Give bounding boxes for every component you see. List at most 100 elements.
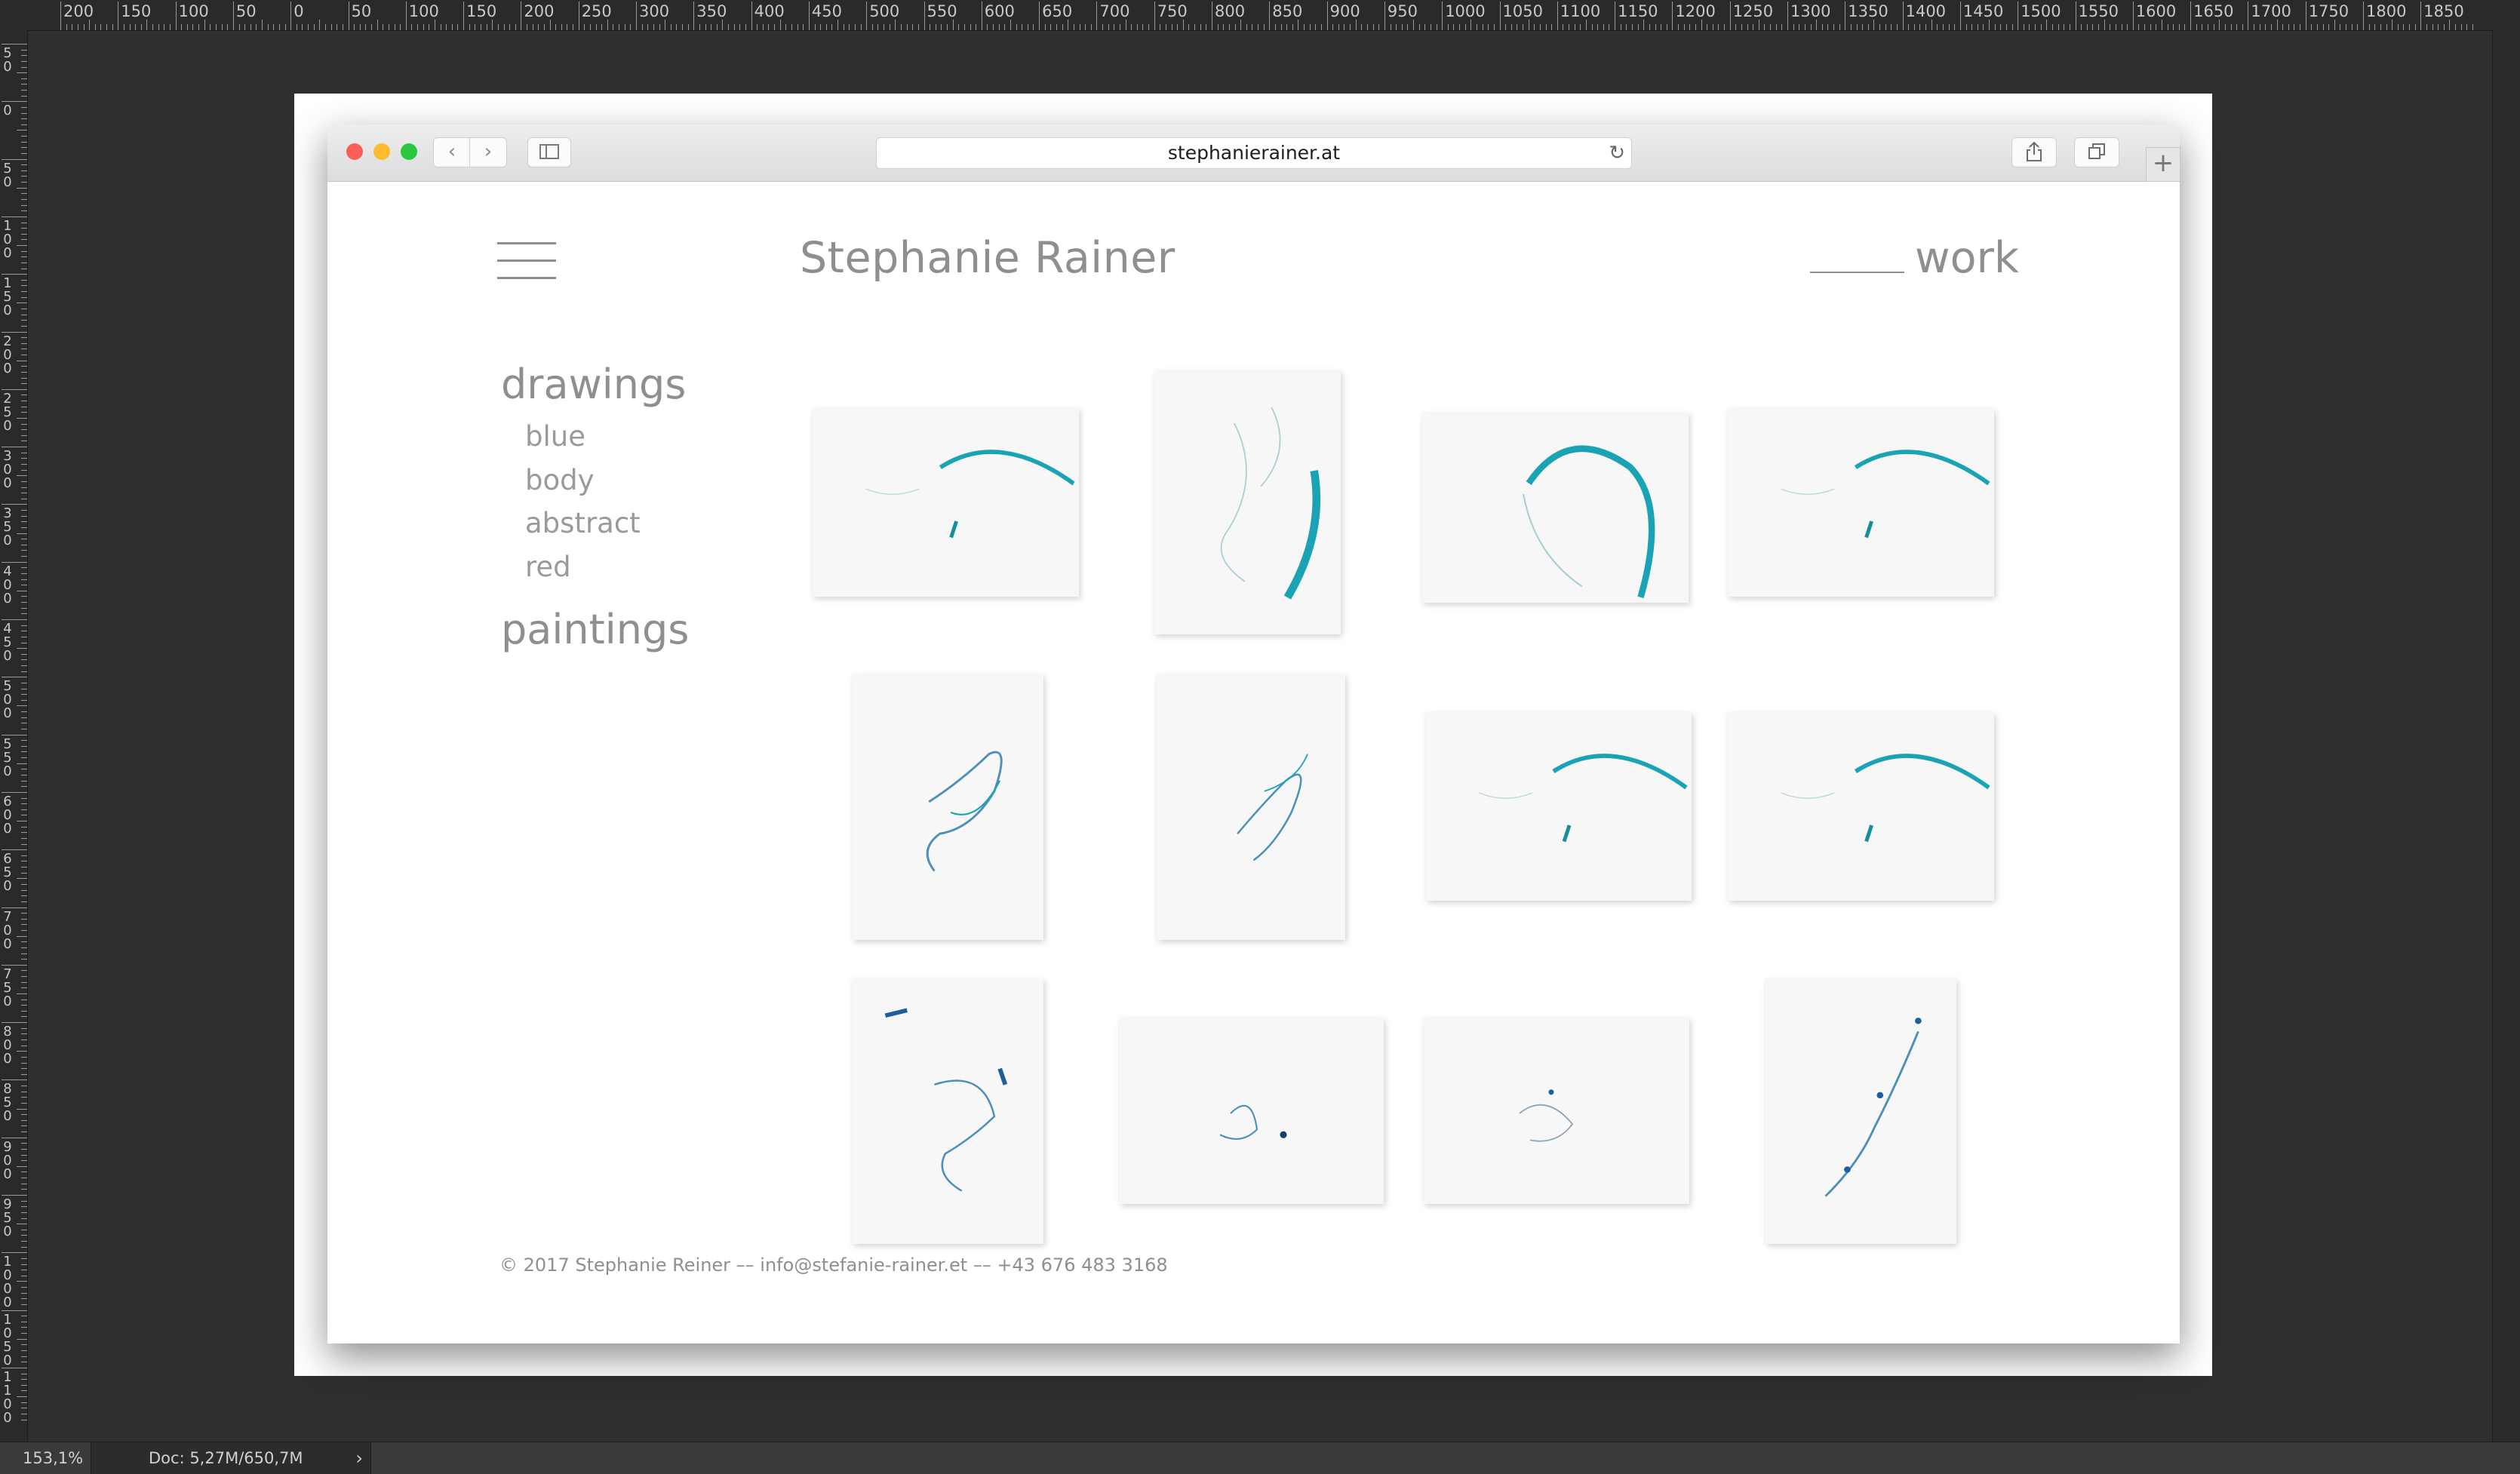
zoom-level[interactable]: 153,1% <box>23 1449 83 1467</box>
ruler-minor-tick <box>21 136 27 137</box>
ruler-minor-tick <box>21 66 27 68</box>
ruler-label: 900 <box>1329 2 1360 20</box>
ruler-minor-tick <box>1338 24 1339 30</box>
ruler-minor-tick <box>17 417 27 419</box>
nav-drawings[interactable]: drawings <box>501 361 686 408</box>
ruler-minor-tick <box>21 970 27 972</box>
work-link[interactable]: work <box>1810 233 2019 283</box>
ruler-minor-tick <box>1223 24 1225 30</box>
ruler-minor-tick <box>768 24 770 30</box>
ruler-label: 600 <box>3 793 12 837</box>
artwork-thumbnail[interactable] <box>1728 712 1994 901</box>
hamburger-menu-icon[interactable] <box>497 242 556 280</box>
ruler-minor-tick <box>21 1125 27 1127</box>
artwork-thumbnail[interactable] <box>1157 674 1345 940</box>
ruler-minor-tick <box>1931 20 1932 30</box>
ruler-minor-tick <box>543 24 545 30</box>
ruler-minor-tick <box>2196 24 2197 30</box>
artwork-thumbnail[interactable] <box>853 978 1043 1244</box>
chevron-right-icon: › <box>484 140 493 163</box>
ruler-minor-tick <box>2081 24 2082 30</box>
ruler-major-tick <box>1672 2 1673 30</box>
ruler-label: 1800 <box>2366 2 2407 20</box>
ruler-minor-tick <box>21 745 27 747</box>
share-button[interactable] <box>2011 137 2057 167</box>
ruler-minor-tick <box>17 1165 27 1167</box>
artwork-thumbnail[interactable] <box>1728 408 1994 597</box>
back-button[interactable]: ‹ <box>433 137 471 167</box>
ruler-minor-tick <box>601 24 603 30</box>
vertical-scrollbar[interactable] <box>2492 30 2520 1442</box>
nav-sub-red[interactable]: red <box>525 551 571 583</box>
ruler-minor-tick <box>1401 24 1403 30</box>
ruler-minor-tick <box>21 291 27 293</box>
minimize-window-button[interactable] <box>373 143 390 160</box>
ruler-label: 850 <box>3 1081 12 1125</box>
ruler-minor-tick <box>1827 24 1829 30</box>
artwork-thumbnail[interactable] <box>813 408 1079 597</box>
ruler-minor-tick <box>21 889 27 891</box>
ruler-minor-tick <box>1948 24 1950 30</box>
ruler-label: 250 <box>3 390 12 434</box>
artwork-thumbnail[interactable] <box>1120 1018 1384 1204</box>
zoom-window-button[interactable] <box>401 143 417 160</box>
ruler-minor-tick <box>2282 24 2284 30</box>
nav-sub-abstract[interactable]: abstract <box>525 507 641 539</box>
ruler-minor-tick <box>21 671 27 672</box>
artwork-thumbnail[interactable] <box>1424 1018 1689 1204</box>
ruler-minor-tick <box>21 90 27 91</box>
nav-sub-body[interactable]: body <box>525 464 595 496</box>
ruler-minor-tick <box>330 24 332 30</box>
artwork-thumbnail[interactable] <box>1766 978 1956 1244</box>
nav-paintings[interactable]: paintings <box>501 606 689 653</box>
ruler-minor-tick <box>2270 24 2272 30</box>
reload-icon[interactable]: ↻ <box>1609 138 1625 168</box>
ruler-minor-tick <box>2403 24 2405 30</box>
new-tab-button[interactable]: + <box>2146 147 2180 182</box>
ruler-label: 700 <box>3 908 12 952</box>
ruler-minor-tick <box>1989 20 1990 30</box>
ruler-minor-tick <box>871 24 873 30</box>
address-bar[interactable]: stephanierainer.at ↻ <box>876 137 1632 169</box>
ruler-minor-tick <box>21 1356 27 1357</box>
ruler-minor-tick <box>917 24 919 30</box>
chevron-right-icon[interactable]: › <box>355 1448 363 1469</box>
ruler-label: 900 <box>3 1138 12 1182</box>
ruler-minor-tick <box>555 24 557 30</box>
ruler-minor-tick <box>457 24 459 30</box>
ruler-minor-tick <box>17 763 27 764</box>
ruler-label: 1450 <box>1962 2 2004 20</box>
artwork-thumbnail[interactable] <box>1426 712 1692 901</box>
artwork-thumbnail[interactable] <box>1422 413 1689 603</box>
ruler-minor-tick <box>354 24 355 30</box>
nav-sub-blue[interactable]: blue <box>525 420 585 453</box>
ruler-minor-tick <box>21 924 27 926</box>
ruler-minor-tick <box>21 296 27 298</box>
ruler-minor-tick <box>2040 24 2042 30</box>
ruler-minor-tick <box>278 24 280 30</box>
artwork-thumbnail[interactable] <box>853 674 1043 940</box>
ruler-label: 1600 <box>2135 2 2177 20</box>
ruler-minor-tick <box>1378 24 1380 30</box>
site-title[interactable]: Stephanie Rainer <box>800 233 1175 283</box>
forward-button[interactable]: › <box>469 137 507 167</box>
ruler-minor-tick <box>1724 24 1726 30</box>
ruler-minor-tick <box>1304 24 1305 30</box>
ruler-minor-tick <box>2144 24 2146 30</box>
close-window-button[interactable] <box>346 143 363 160</box>
ruler-label: 700 <box>1099 2 1130 20</box>
ruler-minor-tick <box>2219 20 2220 30</box>
ruler-label: 100 <box>178 2 209 20</box>
ruler-minor-tick <box>947 24 948 30</box>
ruler-minor-tick <box>877 24 879 30</box>
artwork-thumbnail[interactable] <box>1154 370 1341 634</box>
tabs-overview-button[interactable] <box>2074 137 2119 167</box>
sidebar-toggle-button[interactable] <box>527 137 571 167</box>
ruler-minor-tick <box>21 659 27 661</box>
ruler-minor-tick <box>963 24 965 30</box>
ruler-label: 50 <box>3 160 12 190</box>
ruler-major-tick <box>2 331 27 333</box>
ruler-minor-tick <box>561 24 562 30</box>
ruler-minor-tick <box>21 918 27 920</box>
ruler-label: 150 <box>466 2 497 20</box>
